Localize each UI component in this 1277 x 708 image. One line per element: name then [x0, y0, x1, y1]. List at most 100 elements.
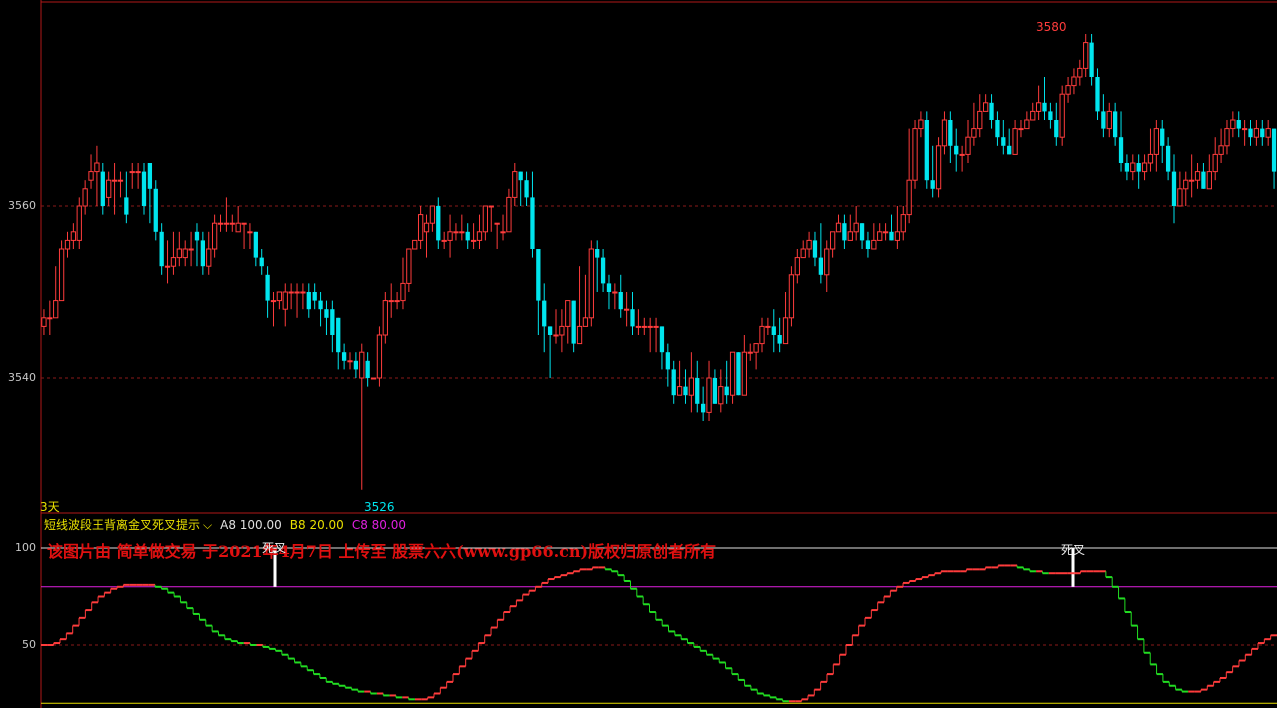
candle-body — [683, 386, 688, 396]
candle-body — [394, 300, 400, 303]
candle — [1160, 120, 1165, 163]
candle — [547, 326, 553, 378]
candle-body — [618, 292, 623, 310]
candle — [659, 326, 665, 370]
candle-body — [253, 231, 258, 258]
candle-body — [1206, 171, 1212, 190]
candle-body — [777, 335, 782, 344]
candle-body — [376, 334, 383, 379]
candle — [641, 317, 647, 335]
candle-body — [600, 257, 606, 284]
candle — [612, 283, 618, 310]
candle-body — [1065, 85, 1071, 95]
candle-body — [612, 291, 618, 294]
candle — [724, 360, 729, 404]
chevron-down-icon[interactable]: ⌵ — [203, 518, 212, 532]
param-b8: B8 20.00 — [289, 517, 344, 532]
candle — [688, 352, 695, 413]
candle-body — [1054, 120, 1059, 138]
candle-body — [1201, 171, 1206, 189]
candle-body — [912, 128, 918, 181]
candle-body — [1160, 128, 1165, 146]
candle — [800, 240, 806, 259]
candle-body — [488, 205, 494, 208]
candle — [459, 214, 465, 241]
candle — [1224, 120, 1230, 155]
candle-body — [753, 343, 759, 353]
candle-body — [441, 239, 447, 242]
candle — [194, 223, 200, 267]
candle-body — [159, 231, 164, 267]
candle-body — [1077, 67, 1083, 78]
candle-body — [506, 196, 512, 233]
candle — [623, 292, 630, 327]
candle — [788, 266, 795, 327]
candle-body — [924, 120, 929, 181]
candle — [630, 292, 635, 335]
candle — [259, 249, 264, 275]
candle-body — [111, 179, 118, 182]
candle — [488, 205, 494, 232]
candle-body — [576, 325, 583, 345]
candle-body — [1241, 128, 1248, 131]
candle — [324, 300, 329, 335]
candle — [859, 223, 865, 249]
candle-body — [729, 351, 736, 396]
candle — [512, 163, 518, 206]
indicator-name[interactable]: 短线波段王背离金叉死叉提示 ⌵ — [44, 516, 212, 533]
candle-body — [436, 206, 441, 241]
candle-body — [353, 360, 359, 370]
candle — [1054, 102, 1059, 146]
candle-body — [712, 378, 718, 404]
candle — [853, 206, 859, 241]
candle-body — [1230, 119, 1236, 130]
candle-body — [935, 145, 942, 190]
candle — [882, 223, 889, 241]
candle — [265, 266, 270, 318]
candle-body — [824, 248, 830, 276]
candle-body — [1212, 153, 1218, 173]
candle-body — [312, 292, 317, 301]
candle — [1212, 137, 1218, 181]
candle — [1024, 111, 1030, 130]
candle-body — [1106, 110, 1112, 130]
candle — [729, 351, 736, 404]
candle — [1194, 163, 1201, 189]
candle — [1241, 120, 1248, 146]
candle-body — [135, 171, 141, 174]
candle — [247, 223, 253, 249]
candle — [241, 222, 247, 249]
candle — [553, 309, 559, 344]
candle-body — [429, 205, 436, 224]
candle-body — [482, 205, 489, 233]
candle-body — [494, 222, 500, 225]
candle — [124, 171, 129, 224]
candle-body — [1042, 102, 1047, 112]
candle — [406, 248, 412, 292]
candle — [476, 214, 483, 249]
candle-body — [959, 153, 965, 156]
candle-body — [100, 171, 105, 206]
candle-body — [265, 274, 270, 301]
candle-body — [1024, 119, 1030, 130]
candlestick-chart — [40, 0, 1277, 708]
candle-body — [1253, 128, 1260, 138]
period-label: 3天 — [40, 500, 60, 514]
candle-body — [747, 351, 753, 354]
candle-body — [400, 282, 406, 302]
candle — [665, 343, 670, 387]
candle-body — [1030, 110, 1036, 121]
candle — [1035, 85, 1042, 120]
candle-body — [718, 386, 724, 405]
candle-body — [1048, 111, 1053, 120]
max-price-label: 3580 — [1036, 20, 1067, 34]
candle — [995, 111, 1000, 146]
candle — [188, 231, 194, 267]
candle-body — [794, 257, 800, 276]
candle-body — [906, 179, 912, 216]
candle — [1141, 154, 1148, 181]
candle-body — [800, 248, 806, 259]
candle-body — [965, 136, 971, 155]
candle-body — [365, 360, 370, 378]
candle-body — [194, 231, 200, 241]
